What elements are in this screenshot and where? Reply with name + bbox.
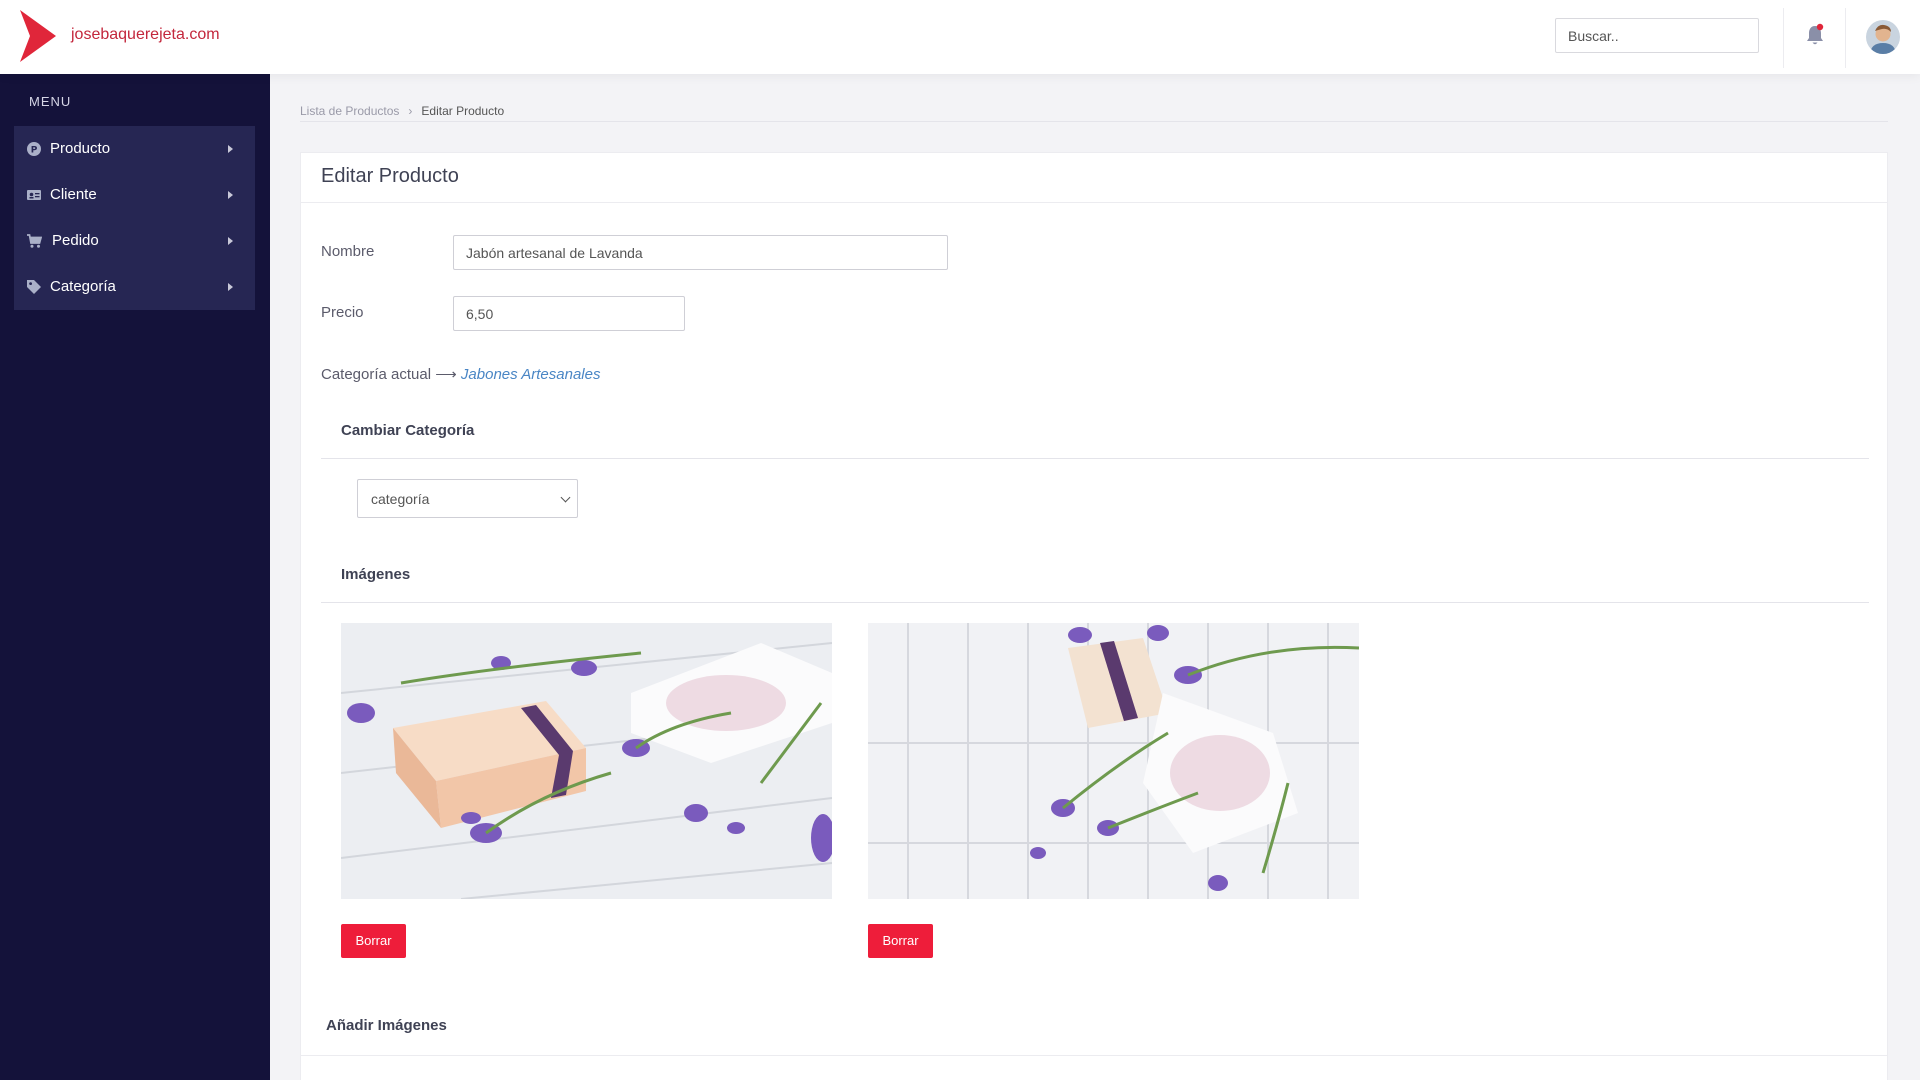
nombre-input[interactable] bbox=[453, 235, 948, 270]
delete-image-button[interactable]: Borrar bbox=[341, 924, 406, 958]
categoria-actual: Categoría actual ⟶ Jabones Artesanales bbox=[321, 365, 600, 383]
categoria-select-value: categoría bbox=[371, 491, 430, 507]
section-divider bbox=[301, 1055, 1887, 1056]
product-image bbox=[868, 623, 1359, 899]
section-divider bbox=[321, 458, 1869, 459]
chevron-right-icon bbox=[228, 191, 233, 199]
delete-image-button[interactable]: Borrar bbox=[868, 924, 933, 958]
sidebar: MENU P Producto Cliente Pedido Categoría bbox=[0, 74, 270, 1080]
breadcrumb-current: Editar Producto bbox=[421, 104, 505, 118]
cambiar-categoria-title: Cambiar Categoría bbox=[341, 422, 475, 439]
nombre-label: Nombre bbox=[321, 243, 375, 260]
header-divider bbox=[1783, 8, 1784, 68]
chevron-right-icon bbox=[228, 145, 233, 153]
menu-title: MENU bbox=[29, 94, 72, 109]
breadcrumb: Lista de Productos › Editar Producto bbox=[300, 104, 504, 118]
cart-icon bbox=[27, 234, 42, 248]
card-header-divider bbox=[301, 202, 1887, 203]
brand-name[interactable]: josebaquerejeta.com bbox=[71, 26, 220, 44]
section-divider bbox=[321, 602, 1869, 603]
top-header: josebaquerejeta.com bbox=[0, 0, 1920, 74]
precio-input[interactable] bbox=[453, 296, 685, 331]
logo-icon[interactable] bbox=[18, 10, 58, 62]
sidebar-menu: P Producto Cliente Pedido Categoría bbox=[14, 126, 255, 310]
search-input[interactable] bbox=[1555, 18, 1759, 53]
sidebar-item-label: Pedido bbox=[52, 232, 99, 249]
chevron-down-icon bbox=[560, 492, 571, 503]
anadir-imagenes-title: Añadir Imágenes bbox=[326, 1017, 447, 1034]
chevron-right-icon bbox=[228, 283, 233, 291]
categoria-actual-label: Categoría actual ⟶ bbox=[321, 366, 457, 383]
sidebar-item-label: Cliente bbox=[50, 186, 97, 203]
sidebar-item-pedido[interactable]: Pedido bbox=[14, 218, 255, 264]
svg-text:P: P bbox=[31, 146, 38, 156]
chevron-right-icon bbox=[228, 237, 233, 245]
sidebar-item-cliente[interactable]: Cliente bbox=[14, 172, 255, 218]
precio-label: Precio bbox=[321, 304, 364, 321]
product-image bbox=[341, 623, 832, 899]
sidebar-item-producto[interactable]: P Producto bbox=[14, 126, 255, 172]
page-title: Editar Producto bbox=[321, 165, 459, 187]
breadcrumb-link-lista-productos[interactable]: Lista de Productos bbox=[300, 104, 399, 118]
tag-icon bbox=[27, 280, 41, 294]
categoria-select[interactable]: categoría bbox=[357, 479, 578, 518]
sidebar-item-label: Producto bbox=[50, 140, 111, 157]
sidebar-item-categoria[interactable]: Categoría bbox=[14, 264, 255, 310]
product-icon: P bbox=[27, 142, 41, 156]
user-avatar[interactable] bbox=[1866, 20, 1900, 54]
breadcrumb-divider bbox=[300, 121, 1888, 122]
sidebar-item-label: Categoría bbox=[50, 278, 116, 295]
id-card-icon bbox=[27, 190, 41, 200]
notification-bell-icon[interactable] bbox=[1804, 23, 1826, 47]
edit-product-card: Editar Producto Nombre Precio Categoría … bbox=[300, 152, 1888, 1080]
imagenes-title: Imágenes bbox=[341, 566, 411, 583]
header-divider bbox=[1845, 8, 1846, 68]
categoria-actual-link[interactable]: Jabones Artesanales bbox=[461, 366, 601, 383]
chevron-right-icon: › bbox=[408, 104, 413, 118]
